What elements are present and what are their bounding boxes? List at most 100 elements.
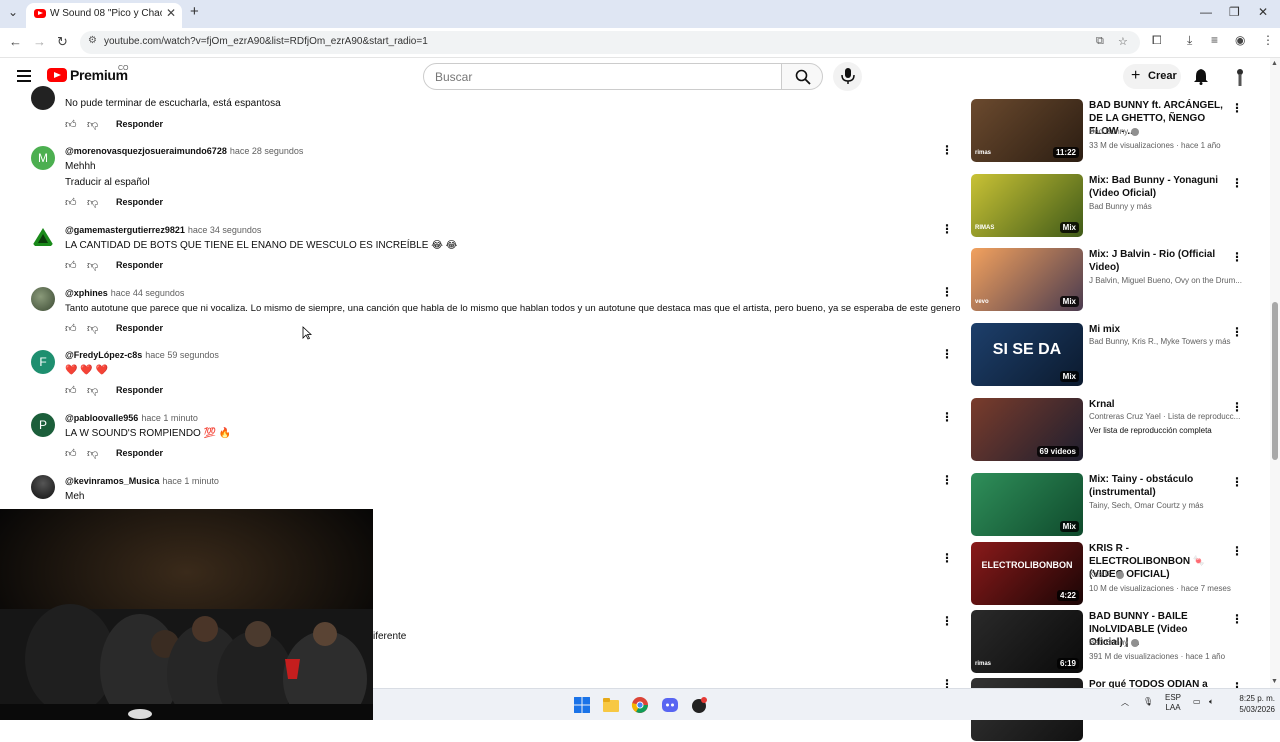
- discord-icon[interactable]: [661, 696, 679, 714]
- scroll-up-icon[interactable]: ▲: [1271, 60, 1278, 67]
- show-hidden-icons-icon[interactable]: ︿: [1121, 697, 1129, 708]
- video-more-icon[interactable]: ⋮: [1231, 400, 1243, 414]
- channel-name[interactable]: Bad Bunny: [1089, 638, 1244, 647]
- volume-icon[interactable]: 🔈︎: [1209, 697, 1214, 707]
- search-button[interactable]: [781, 63, 823, 90]
- search-input[interactable]: Buscar: [423, 63, 782, 90]
- channel-name[interactable]: Kris R.: [1089, 570, 1244, 579]
- mini-player[interactable]: [0, 509, 373, 720]
- video-title[interactable]: Mix: Bad Bunny - Yonaguni (Video Oficial…: [1089, 174, 1224, 200]
- related-video-card[interactable]: rimas 6:19 BAD BUNNY - BAILE INoLVIDABLE (…: [971, 610, 1261, 674]
- comment-more-icon[interactable]: ⋮: [941, 551, 953, 565]
- related-video-card[interactable]: vevo Mix Mix: J Balvin - Rio (Official Vid…: [971, 248, 1261, 312]
- related-video-card[interactable]: ELECTROLIBONBON 4:22 KRIS R - ELECTROLIBON…: [971, 542, 1261, 606]
- related-video-card[interactable]: Mix Mix: Tainy - obstáculo (instrumental)…: [971, 473, 1261, 537]
- comment-more-icon[interactable]: ⋮: [941, 614, 953, 628]
- reply-button[interactable]: Responder: [116, 260, 163, 270]
- video-thumbnail[interactable]: RIMAS Mix: [971, 174, 1083, 237]
- video-title[interactable]: Mix: Tainy - obstáculo (instrumental): [1089, 473, 1224, 499]
- video-thumbnail[interactable]: rimas 11:22: [971, 99, 1083, 162]
- app-icon[interactable]: [690, 696, 708, 714]
- comment-time[interactable]: hace 1 minuto: [162, 476, 219, 486]
- video-thumbnail[interactable]: ELECTROLIBONBON 4:22: [971, 542, 1083, 605]
- tab-search-icon[interactable]: ⌄: [8, 5, 18, 19]
- video-title[interactable]: Krnal: [1089, 398, 1224, 411]
- voice-search-button[interactable]: [833, 62, 862, 91]
- video-thumbnail[interactable]: 69 videos: [971, 398, 1083, 461]
- close-window-icon[interactable]: ✕: [1258, 5, 1268, 19]
- install-app-icon[interactable]: ⧉: [1096, 35, 1104, 48]
- like-icon[interactable]: 👍︎: [65, 196, 77, 209]
- reply-button[interactable]: Responder: [116, 323, 163, 333]
- comment-avatar[interactable]: [31, 225, 55, 249]
- comment-avatar[interactable]: [31, 86, 55, 110]
- scrollbar-thumb[interactable]: [1272, 302, 1278, 460]
- comment-avatar[interactable]: [31, 475, 55, 499]
- reply-button[interactable]: Responder: [116, 385, 163, 395]
- media-controls-icon[interactable]: ≡: [1211, 33, 1218, 47]
- translate-link[interactable]: Traducir al español: [65, 177, 150, 188]
- forward-icon[interactable]: →: [33, 34, 46, 49]
- create-button[interactable]: + Crear: [1123, 64, 1181, 89]
- close-tab-icon[interactable]: ✕: [166, 6, 176, 20]
- scroll-down-icon[interactable]: ▼: [1271, 678, 1278, 685]
- view-full-playlist-link[interactable]: Ver lista de reproducción completa: [1089, 426, 1212, 435]
- comment-avatar[interactable]: M: [31, 146, 55, 170]
- video-thumbnail[interactable]: vevo Mix: [971, 248, 1083, 311]
- reload-icon[interactable]: ↻: [57, 34, 68, 50]
- dislike-icon[interactable]: 👎︎: [87, 259, 98, 272]
- channel-name[interactable]: Bad Bunny y más: [1089, 202, 1244, 211]
- browser-tab[interactable]: W Sound 08 "Pico y Chao" - Kri ✕: [26, 3, 182, 28]
- reply-button[interactable]: Responder: [116, 197, 163, 207]
- comment-time[interactable]: hace 34 segundos: [188, 225, 262, 235]
- address-bar[interactable]: ⚙ youtube.com/watch?v=fjOm_ezrA90&list=R…: [80, 31, 1140, 54]
- comment-time[interactable]: hace 59 segundos: [145, 350, 219, 360]
- comment-avatar[interactable]: [31, 287, 55, 311]
- dislike-icon[interactable]: 👎︎: [87, 118, 98, 131]
- comment-author[interactable]: @FredyLópez-c8s: [65, 350, 142, 360]
- microphone-tray-icon[interactable]: 🎙︎: [1143, 697, 1153, 706]
- comment-time[interactable]: hace 28 segundos: [230, 146, 304, 156]
- like-icon[interactable]: 👍︎: [65, 259, 77, 272]
- extensions-icon[interactable]: ⧠: [1152, 33, 1162, 48]
- comment-more-icon[interactable]: ⋮: [941, 143, 953, 157]
- chrome-icon[interactable]: [631, 696, 649, 714]
- downloads-icon[interactable]: ⤓: [1187, 33, 1192, 48]
- comment-more-icon[interactable]: ⋮: [941, 473, 953, 487]
- clock[interactable]: 8:25 p. m. 5/03/2026: [1229, 693, 1275, 715]
- display-icon[interactable]: ▭: [1193, 697, 1201, 706]
- youtube-logo-icon[interactable]: [47, 68, 67, 82]
- file-explorer-icon[interactable]: [602, 696, 620, 714]
- video-more-icon[interactable]: ⋮: [1231, 250, 1243, 264]
- related-video-card[interactable]: rimas 11:22 BAD BUNNY ft. ARCÁNGEL, DE LA …: [971, 99, 1261, 163]
- comment-author[interactable]: @gamemastergutierrez9821: [65, 225, 185, 235]
- comment-time[interactable]: hace 44 segundos: [111, 288, 185, 298]
- related-video-card[interactable]: SI SE DA Mix Mi mix Bad Bunny, Kris R., Myk…: [971, 323, 1261, 387]
- comment-more-icon[interactable]: ⋮: [941, 347, 953, 361]
- video-more-icon[interactable]: ⋮: [1231, 544, 1243, 558]
- profile-icon[interactable]: ◉: [1235, 33, 1245, 47]
- video-more-icon[interactable]: ⋮: [1231, 612, 1243, 626]
- back-icon[interactable]: ←: [9, 34, 22, 49]
- browser-menu-icon[interactable]: ⋮: [1262, 33, 1274, 47]
- channel-name[interactable]: J Balvin, Miguel Bueno, Ovy on the Drum.…: [1089, 276, 1244, 285]
- windows-start-icon[interactable]: [573, 696, 591, 714]
- comment-author[interactable]: @kevinramos_Musica: [65, 476, 159, 486]
- language-indicator[interactable]: ESP LAA: [1165, 693, 1181, 713]
- like-icon[interactable]: 👍︎: [65, 322, 77, 335]
- like-icon[interactable]: 👍︎: [65, 118, 77, 131]
- minimize-icon[interactable]: —: [1200, 5, 1212, 19]
- channel-name[interactable]: Bad Bunny: [1089, 127, 1244, 136]
- video-more-icon[interactable]: ⋮: [1231, 475, 1243, 489]
- site-info-icon[interactable]: ⚙: [88, 35, 97, 46]
- channel-name[interactable]: Tainy, Sech, Omar Courtz y más: [1089, 501, 1244, 510]
- comment-author[interactable]: @pabloovalle956: [65, 413, 138, 423]
- video-thumbnail[interactable]: SI SE DA Mix: [971, 323, 1083, 386]
- comment-avatar[interactable]: P: [31, 413, 55, 437]
- video-more-icon[interactable]: ⋮: [1231, 101, 1243, 115]
- new-tab-button[interactable]: +: [190, 3, 199, 20]
- dislike-icon[interactable]: 👎︎: [87, 384, 98, 397]
- hamburger-menu-icon[interactable]: [17, 70, 31, 82]
- video-thumbnail[interactable]: Mix: [971, 473, 1083, 536]
- comment-author[interactable]: @xphines: [65, 288, 108, 298]
